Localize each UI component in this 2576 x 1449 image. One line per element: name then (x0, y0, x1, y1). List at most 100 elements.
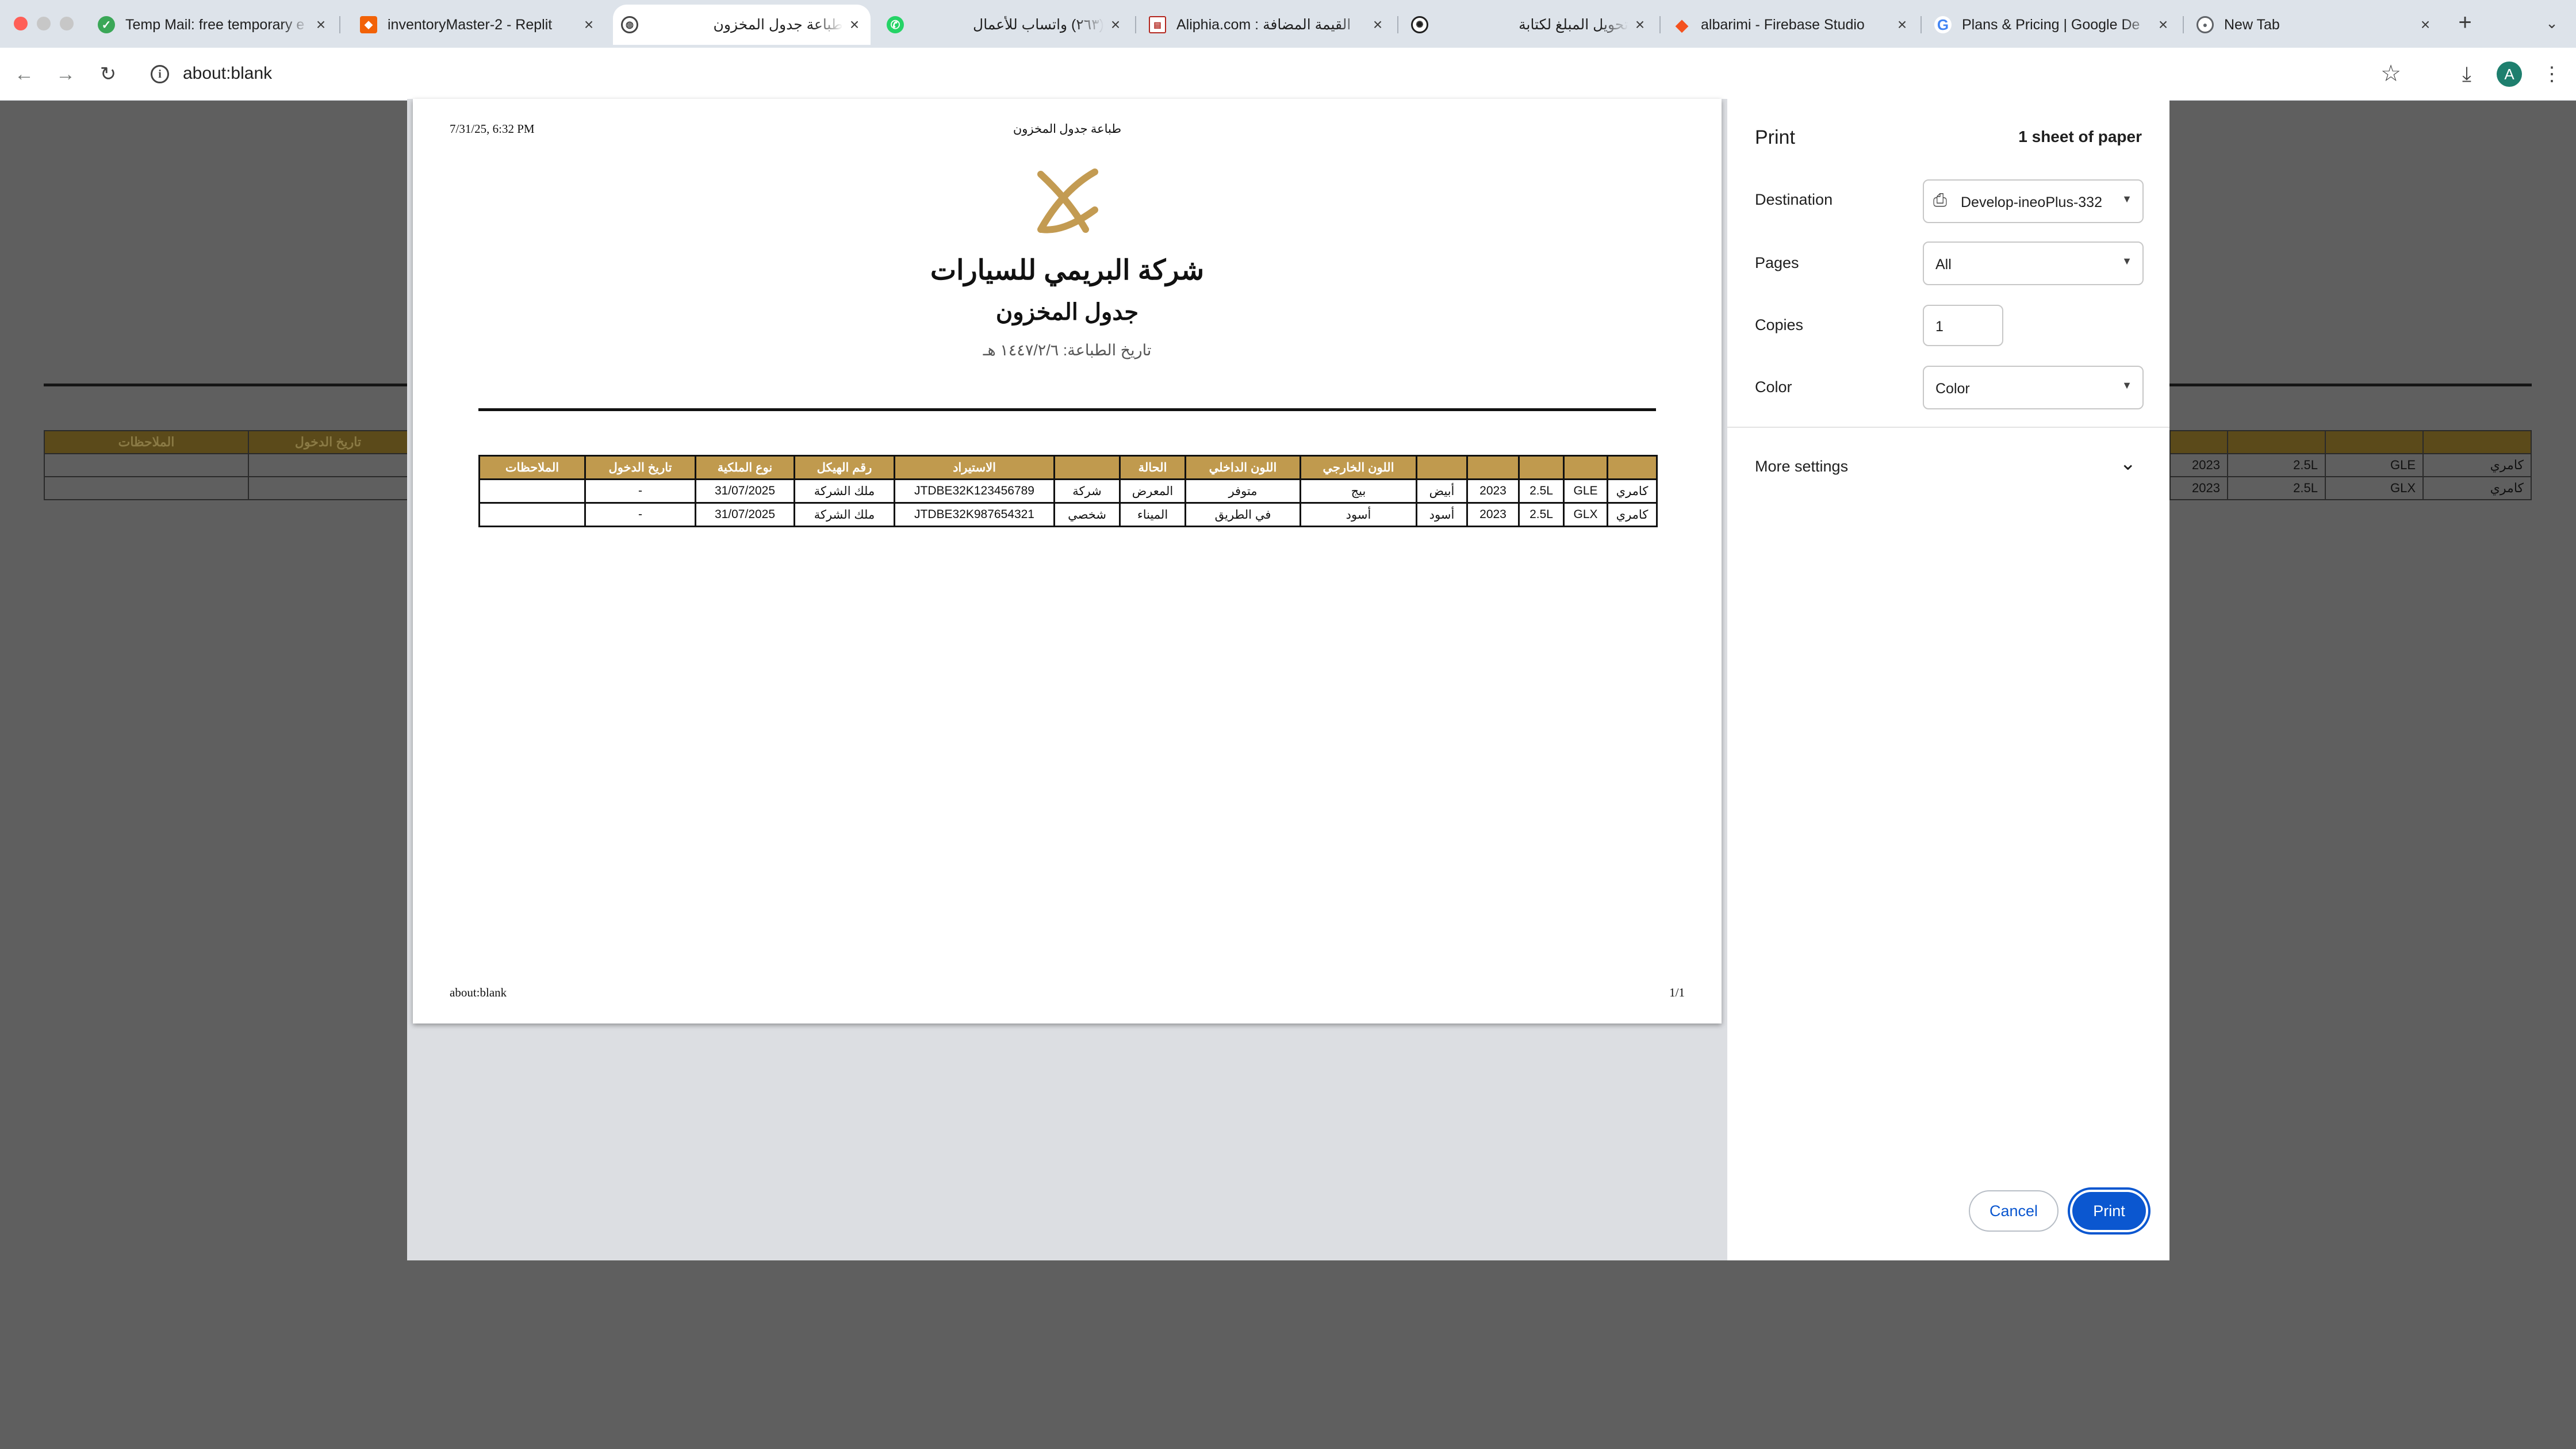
dropdown-caret-icon: ▼ (2122, 193, 2132, 205)
background-header: تاريخ الدخول (248, 430, 408, 454)
shield-check-icon: ✓ (98, 16, 115, 33)
download-icon[interactable]: ⤓ (2451, 58, 2483, 90)
url-text[interactable]: about:blank (183, 64, 272, 83)
column-header (1607, 455, 1658, 480)
table-cell: JTDBE32K987654321 (894, 502, 1055, 527)
color-select[interactable]: Color ▼ (1923, 366, 2144, 409)
copies-input[interactable]: 1 (1923, 305, 2003, 346)
close-tab-icon[interactable]: × (581, 16, 597, 34)
dropdown-caret-icon: ▼ (2122, 255, 2132, 267)
tab-new-tab[interactable]: ● New Tab × (2188, 5, 2441, 45)
table-cell: ملك الشركة (793, 502, 895, 527)
table-header-row: اللون الخارجي اللون الداخلي الحالة الاست… (478, 455, 1658, 480)
tab-amount-to-words[interactable]: ✺ تحويل المبلغ لكتابة × (1403, 5, 1656, 45)
print-button[interactable]: Print (2068, 1187, 2150, 1235)
print-dialog: 7/31/25, 6:32 PM طباعة جدول المخزون شركة… (407, 99, 2169, 1260)
company-logo-icon (1037, 168, 1098, 233)
more-settings-toggle[interactable]: More settings (1755, 458, 1848, 476)
column-header (1466, 455, 1520, 480)
tab-title: تحويل المبلغ لكتابة (1519, 17, 1628, 33)
close-tab-icon[interactable]: × (1632, 16, 1648, 34)
globe-icon: ◍ (621, 16, 638, 33)
close-tab-icon[interactable]: × (1107, 16, 1124, 34)
print-settings-panel: Print 1 sheet of paper Destination ⎙ Dev… (1727, 99, 2169, 1260)
table-cell: شركة (1053, 478, 1121, 504)
window-zoom-button[interactable] (60, 17, 74, 30)
column-header: تاريخ الدخول (584, 455, 696, 480)
background-cell: 2.5L (2227, 453, 2326, 477)
tab-separator (2183, 16, 2184, 33)
column-header: نوع الملكية (695, 455, 795, 480)
window-close-button[interactable] (14, 17, 28, 30)
tab-title: طباعة جدول المخزون (713, 17, 843, 33)
sheet-footer-page: 1/1 (1669, 986, 1685, 999)
background-cell: GLE (2325, 453, 2424, 477)
tab-strip: ✓ Temp Mail: free temporary e × ⬥ invent… (0, 0, 2576, 48)
table-cell: أبيض (1416, 478, 1468, 504)
company-name: شركة البريمي للسيارات (930, 255, 1205, 286)
chevron-down-icon[interactable]: ⌄ (2120, 452, 2137, 475)
tab-separator (1659, 16, 1661, 33)
background-cell: 2.5L (2227, 476, 2326, 500)
print-button-label: Print (2072, 1192, 2146, 1230)
bookmark-star-icon[interactable]: ☆ (2380, 60, 2401, 87)
inventory-table: اللون الخارجي اللون الداخلي الحالة الاست… (478, 455, 1658, 527)
table-cell (478, 478, 586, 504)
destination-label: Destination (1755, 191, 1833, 208)
close-tab-icon[interactable]: × (2417, 16, 2433, 34)
sheet-count: 1 sheet of paper (2018, 128, 2142, 145)
table-cell: بيج (1300, 478, 1417, 504)
print-heading: Print (1755, 126, 1795, 148)
table-cell: GLE (1563, 478, 1608, 504)
tab-search-chevron-icon[interactable]: ⌄ (2539, 10, 2564, 36)
pages-label: Pages (1755, 254, 1799, 271)
tab-firebase-studio[interactable]: ◆ albarimi - Firebase Studio × (1665, 5, 1918, 45)
openai-icon: ✺ (1411, 16, 1428, 33)
cancel-button[interactable]: Cancel (1969, 1190, 2058, 1232)
pages-select[interactable]: All ▼ (1923, 241, 2144, 285)
window-minimize-button[interactable] (37, 17, 51, 30)
background-cell: GLX (2325, 476, 2424, 500)
tab-aliphia[interactable]: ▤ Aliphia.com : القيمة المضافة × (1141, 5, 1394, 45)
pages-value: All (1935, 256, 1952, 273)
tab-whatsapp-business[interactable]: ✆ (٢٦٣) واتساب للأعمال × (879, 5, 1132, 45)
close-tab-icon[interactable]: × (313, 16, 329, 34)
address-bar[interactable]: i about:blank ☆ (137, 53, 2414, 95)
close-tab-icon[interactable]: × (1894, 16, 1910, 34)
browser-toolbar: ← → ↻ i about:blank ☆ ⤓ A ⋮ (0, 48, 2576, 101)
table-cell: 2023 (1466, 478, 1520, 504)
google-icon: G (1934, 16, 1952, 33)
preview-sheet: 7/31/25, 6:32 PM طباعة جدول المخزون شركة… (413, 99, 1722, 1023)
site-info-icon[interactable]: i (151, 65, 169, 83)
forward-arrow-icon[interactable]: → (49, 58, 82, 90)
close-tab-icon[interactable]: × (2155, 16, 2171, 34)
new-tab-button[interactable]: + (2451, 8, 2479, 37)
table-cell: 2.5L (1518, 502, 1565, 527)
close-tab-icon[interactable]: × (846, 16, 862, 34)
tab-google-plans[interactable]: G Plans & Pricing | Google De × (1926, 5, 2179, 45)
column-header: الحالة (1119, 455, 1186, 480)
destination-select[interactable]: ⎙ Develop-ineoPlus-332 ▼ (1923, 179, 2144, 223)
column-header (1416, 455, 1468, 480)
background-cell: كامري (2422, 476, 2532, 500)
table-cell: GLX (1563, 502, 1608, 527)
background-cell: 2023 (2169, 453, 2228, 477)
table-cell: - (584, 502, 696, 527)
tab-temp-mail[interactable]: ✓ Temp Mail: free temporary e × (90, 5, 337, 45)
kebab-menu-icon[interactable]: ⋮ (2536, 58, 2568, 90)
dropdown-caret-icon: ▼ (2122, 379, 2132, 391)
tab-title: inventoryMaster-2 - Replit (388, 16, 553, 33)
tab-title: Plans & Pricing | Google De (1962, 16, 2140, 33)
close-tab-icon[interactable]: × (1370, 16, 1386, 34)
back-arrow-icon[interactable]: ← (8, 58, 40, 90)
tab-replit[interactable]: ⬥ inventoryMaster-2 - Replit × (352, 5, 605, 45)
table-cell: أسود (1300, 502, 1417, 527)
tab-print-inventory[interactable]: ◍ طباعة جدول المخزون × (613, 5, 871, 45)
firebase-icon: ◆ (1676, 16, 1688, 34)
background-cell: 2023 (2169, 476, 2228, 500)
tab-separator (1135, 16, 1136, 33)
reload-icon[interactable]: ↻ (92, 58, 124, 90)
avatar[interactable]: A (2497, 62, 2522, 87)
table-cell: في الطريق (1184, 502, 1301, 527)
table-cell: JTDBE32K123456789 (894, 478, 1055, 504)
